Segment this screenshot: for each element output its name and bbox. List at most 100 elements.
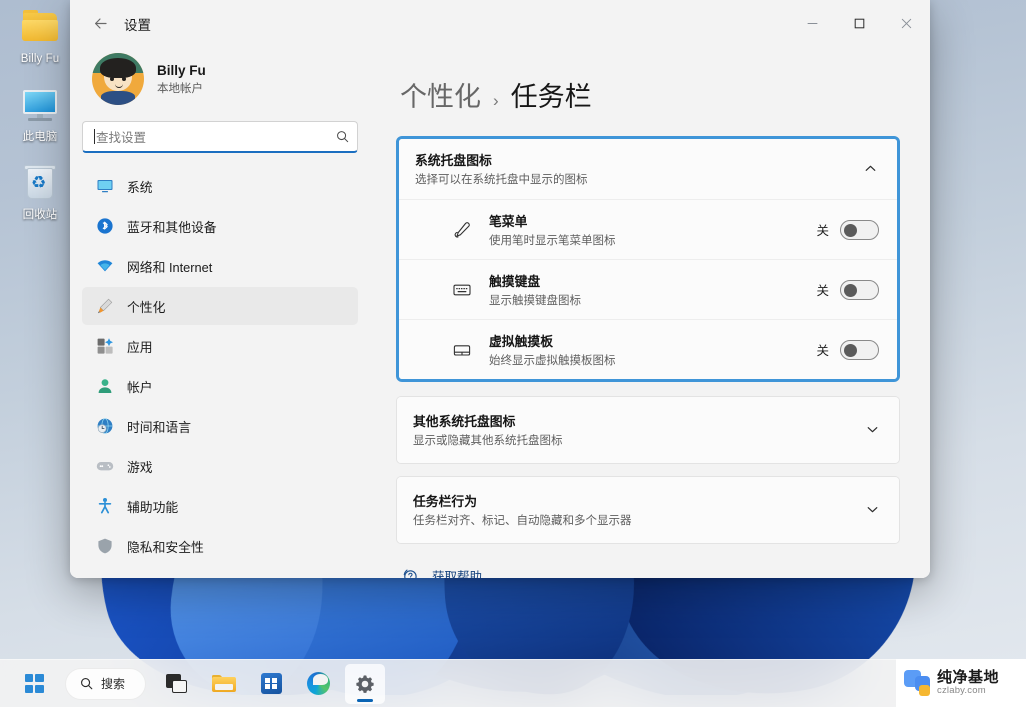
sidebar-item-gaming[interactable]: 游戏 xyxy=(82,447,358,485)
czlaby-logo-icon xyxy=(904,670,930,696)
task-view-button[interactable] xyxy=(157,664,197,704)
section-header[interactable]: 任务栏行为 任务栏对齐、标记、自动隐藏和多个显示器 xyxy=(397,477,899,543)
section-system-tray-icons: 系统托盘图标 选择可以在系统托盘中显示的图标 笔菜单 使用笔时显示笔菜单图标 关… xyxy=(396,136,900,382)
section-taskbar-behaviors: 任务栏行为 任务栏对齐、标记、自动隐藏和多个显示器 xyxy=(396,476,900,544)
toggle-virtual-touchpad[interactable] xyxy=(840,339,879,360)
sidebar-item-accounts[interactable]: 帐户 xyxy=(82,367,358,405)
chevron-down-icon[interactable] xyxy=(862,423,883,436)
content-pane: 个性化 › 任务栏 系统托盘图标 选择可以在系统托盘中显示的图标 笔菜单 使用笔… xyxy=(370,47,930,578)
toggle-group: 关 xyxy=(816,219,879,240)
sidebar-item-accessibility[interactable]: 辅助功能 xyxy=(82,487,358,525)
window-titlebar: 设置 xyxy=(70,0,930,47)
bluetooth-icon xyxy=(95,217,114,236)
watermark: 纯净基地 czlaby.com xyxy=(896,659,1026,707)
sidebar-item-apps[interactable]: 应用 xyxy=(82,327,358,365)
desktop-icon-label: Billy Fu xyxy=(20,53,60,65)
edge-icon xyxy=(306,672,330,695)
task-view-icon xyxy=(166,673,188,694)
sidebar-item-privacy[interactable]: 隐私和安全性 xyxy=(82,527,358,565)
desktop-icon-folder[interactable]: Billy Fu xyxy=(1,6,79,66)
chevron-up-icon[interactable] xyxy=(860,162,881,175)
window-title: 设置 xyxy=(124,17,151,33)
sidebar-item-label: 游戏 xyxy=(127,459,153,475)
desktop-icon-recycle-bin[interactable]: ♻ 回收站 xyxy=(1,162,79,222)
minimize-button[interactable] xyxy=(789,0,836,47)
setting-title: 虚拟触摸板 xyxy=(489,334,553,349)
breadcrumb-separator: › xyxy=(493,91,499,110)
setting-subtitle: 使用笔时显示笔菜单图标 xyxy=(489,235,616,247)
link-get-help[interactable]: 获取帮助 xyxy=(400,566,900,578)
gaming-icon xyxy=(95,457,114,476)
toggle-pen-menu[interactable] xyxy=(840,219,879,240)
toggle-group: 关 xyxy=(816,279,879,300)
toggle-group: 关 xyxy=(816,339,879,360)
sidebar-item-system[interactable]: 系统 xyxy=(82,167,358,205)
sidebar-item-label: 隐私和安全性 xyxy=(127,539,204,555)
desktop-icon-this-pc[interactable]: 此电脑 xyxy=(1,84,79,144)
desktop: Billy Fu 此电脑 ♻ 回收站 设置 Billy Fu 本地帐户 查找设置… xyxy=(0,0,1026,707)
privacy-icon xyxy=(95,537,114,556)
profile-subtitle: 本地帐户 xyxy=(157,82,203,95)
this-pc-icon xyxy=(17,84,63,128)
sidebar-item-label: 系统 xyxy=(127,179,153,195)
sidebar: Billy Fu 本地帐户 查找设置 系统 蓝牙和其他设备 网络和 Intern… xyxy=(70,47,370,578)
profile-card[interactable]: Billy Fu 本地帐户 xyxy=(82,47,358,121)
toggle-touch-keyboard[interactable] xyxy=(840,279,879,300)
watermark-url: czlaby.com xyxy=(937,685,986,697)
taskbar-items: 搜索 xyxy=(14,663,386,704)
section-header[interactable]: 其他系统托盘图标 显示或隐藏其他系统托盘图标 xyxy=(397,397,899,463)
breadcrumb-parent[interactable]: 个性化 xyxy=(400,75,481,114)
search-placeholder: 查找设置 xyxy=(96,131,147,145)
sidebar-item-time-language[interactable]: 时间和语言 xyxy=(82,407,358,445)
sidebar-item-label: 应用 xyxy=(127,339,153,355)
microsoft-store-button[interactable] xyxy=(251,664,291,704)
page-title: 任务栏 xyxy=(510,82,592,112)
sidebar-item-network[interactable]: 网络和 Internet xyxy=(82,247,358,285)
desktop-icons: Billy Fu 此电脑 ♻ 回收站 xyxy=(0,6,80,223)
setting-subtitle: 始终显示虚拟触摸板图标 xyxy=(489,355,616,367)
setting-subtitle: 显示触摸键盘图标 xyxy=(489,295,581,307)
sidebar-item-bluetooth[interactable]: 蓝牙和其他设备 xyxy=(82,207,358,245)
close-button[interactable] xyxy=(883,0,930,47)
sidebar-item-label: 个性化 xyxy=(127,299,166,315)
sidebar-item-label: 帐户 xyxy=(127,379,153,395)
taskbar: 搜索 xyxy=(0,659,1026,707)
chevron-down-icon[interactable] xyxy=(862,503,883,516)
watermark-title: 纯净基地 xyxy=(937,668,1000,686)
section-other-system-tray-icons: 其他系统托盘图标 显示或隐藏其他系统托盘图标 xyxy=(396,396,900,464)
search-icon xyxy=(80,677,93,690)
help-icon xyxy=(400,566,419,578)
desktop-icon-label: 回收站 xyxy=(22,209,58,222)
apps-icon xyxy=(95,337,114,356)
microsoft-store-icon xyxy=(260,673,282,694)
accessibility-icon xyxy=(95,497,114,516)
recycle-bin-icon: ♻ xyxy=(17,162,63,206)
edge-button[interactable] xyxy=(298,664,338,704)
settings-gear-icon xyxy=(354,673,376,695)
file-explorer-icon xyxy=(212,674,237,694)
help-links: 获取帮助 提供反馈 xyxy=(400,566,900,578)
setting-row-virtual-touchpad: 虚拟触摸板 始终显示虚拟触摸板图标 关 xyxy=(399,319,897,379)
maximize-icon xyxy=(854,18,865,29)
section-header[interactable]: 系统托盘图标 选择可以在系统托盘中显示的图标 xyxy=(399,139,897,199)
section-subtitle: 任务栏对齐、标记、自动隐藏和多个显示器 xyxy=(413,515,632,527)
file-explorer-button[interactable] xyxy=(204,664,244,704)
setting-title: 触摸键盘 xyxy=(489,274,541,289)
section-subtitle: 显示或隐藏其他系统托盘图标 xyxy=(413,435,563,447)
maximize-button[interactable] xyxy=(836,0,883,47)
taskbar-search[interactable]: 搜索 xyxy=(65,667,147,700)
back-button[interactable] xyxy=(84,9,118,39)
sidebar-item-personalization[interactable]: 个性化 xyxy=(82,287,358,325)
search-input[interactable]: 查找设置 xyxy=(82,121,358,153)
touch-keyboard-icon xyxy=(451,279,473,301)
window-body: Billy Fu 本地帐户 查找设置 系统 蓝牙和其他设备 网络和 Intern… xyxy=(70,47,930,578)
start-button[interactable] xyxy=(14,664,54,704)
setting-row-pen-menu: 笔菜单 使用笔时显示笔菜单图标 关 xyxy=(399,199,897,259)
settings-button[interactable] xyxy=(345,663,386,704)
link-label: 获取帮助 xyxy=(432,570,483,578)
section-subtitle: 选择可以在系统托盘中显示的图标 xyxy=(415,174,588,186)
windows-logo-icon xyxy=(24,674,44,693)
time-language-icon xyxy=(95,417,114,436)
accounts-icon xyxy=(95,377,114,396)
settings-window: 设置 Billy Fu 本地帐户 查找设置 系统 蓝牙和其他设备 网络和 Int… xyxy=(70,0,930,578)
